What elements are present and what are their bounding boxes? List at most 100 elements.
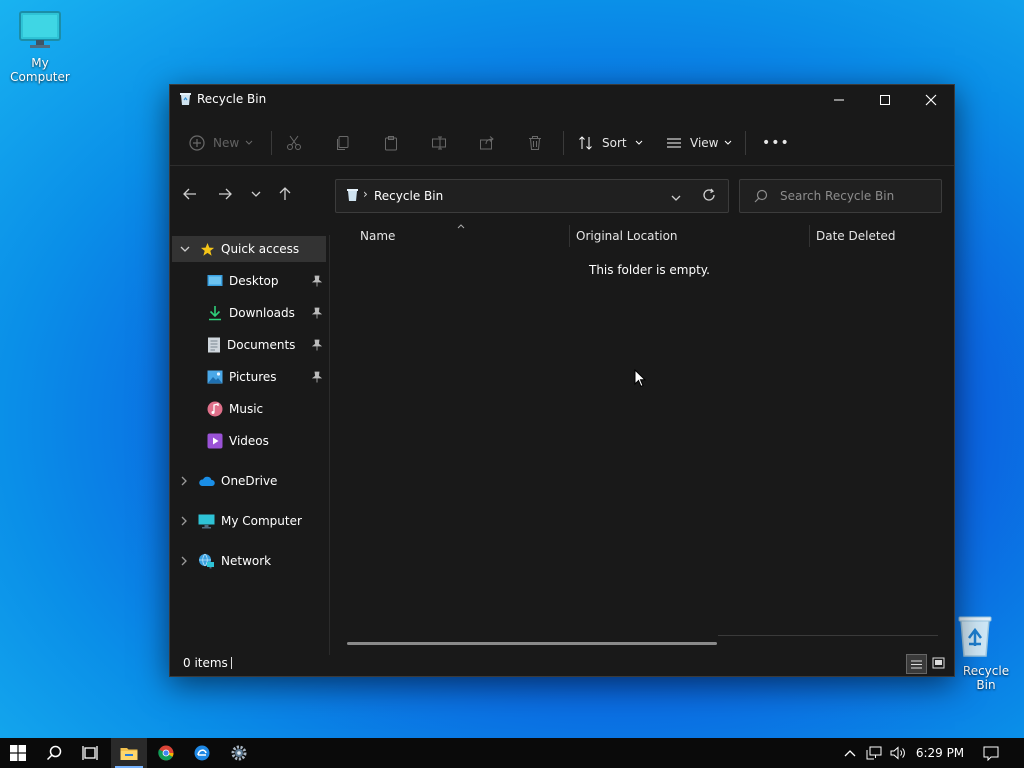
recent-locations-button[interactable] <box>243 181 269 207</box>
minimize-button[interactable] <box>816 85 862 115</box>
toolbar-divider <box>271 131 272 155</box>
copy-icon <box>337 136 349 150</box>
details-view-button[interactable] <box>906 654 927 674</box>
more-icon: ••• <box>762 135 790 151</box>
sidebar-item-documents[interactable]: Documents <box>172 332 326 358</box>
star-icon <box>200 242 215 256</box>
horizontal-scrollbar[interactable] <box>347 642 717 645</box>
arrow-up-icon <box>279 187 291 200</box>
rename-icon <box>432 136 446 150</box>
search-icon <box>754 189 768 206</box>
new-button[interactable]: New <box>189 123 253 163</box>
recycle-bin-small-icon <box>346 188 359 205</box>
sidebar-item-label: Downloads <box>229 306 295 320</box>
sidebar-item-label: Desktop <box>229 274 279 288</box>
back-button[interactable] <box>177 181 203 207</box>
task-view-icon <box>82 746 98 760</box>
close-button[interactable] <box>908 85 954 115</box>
sidebar-item-label: Pictures <box>229 370 277 384</box>
pin-icon <box>312 307 322 319</box>
column-header-date-deleted[interactable]: Date Deleted <box>816 229 896 243</box>
column-divider[interactable] <box>809 225 810 247</box>
sidebar-item-music[interactable]: Music <box>172 396 326 422</box>
desktop-icon-my-computer[interactable]: My Computer <box>0 10 80 84</box>
taskbar-search-button[interactable] <box>36 738 72 768</box>
gear-icon <box>231 745 247 761</box>
sort-button[interactable]: Sort <box>578 123 643 163</box>
sidebar-item-onedrive[interactable]: OneDrive <box>172 468 326 494</box>
refresh-button[interactable] <box>702 188 716 205</box>
new-label: New <box>213 136 240 150</box>
forward-button[interactable] <box>212 181 238 207</box>
search-box[interactable]: Search Recycle Bin <box>739 179 942 213</box>
sidebar-item-my-computer[interactable]: My Computer <box>172 508 326 534</box>
pin-icon <box>312 275 322 287</box>
desktop-icon-label: Recycle Bin <box>962 664 1010 692</box>
sidebar-item-desktop[interactable]: Desktop <box>172 268 326 294</box>
start-button[interactable] <box>0 738 36 768</box>
cut-button[interactable] <box>286 123 302 163</box>
arrow-right-icon <box>219 188 232 200</box>
chevron-right-icon <box>181 516 187 526</box>
more-options-button[interactable]: ••• <box>762 123 790 163</box>
sidebar-item-label: Videos <box>229 434 269 448</box>
scroll-track <box>718 635 938 636</box>
taskbar-file-explorer[interactable] <box>111 738 147 768</box>
up-button[interactable] <box>272 181 298 207</box>
trash-icon <box>529 136 541 150</box>
sidebar-item-quick-access[interactable]: Quick access <box>172 236 326 262</box>
rename-button[interactable] <box>431 123 447 163</box>
share-button[interactable] <box>479 123 495 163</box>
show-hidden-icons-button[interactable] <box>840 738 860 768</box>
network-icon <box>199 553 214 569</box>
monitor-icon <box>198 514 215 528</box>
view-button[interactable]: View <box>666 123 732 163</box>
notifications-button[interactable] <box>980 738 1002 768</box>
taskbar-settings[interactable] <box>221 738 257 768</box>
task-view-button[interactable] <box>72 738 108 768</box>
status-divider <box>231 657 232 669</box>
title-bar[interactable]: Recycle Bin <box>170 85 954 115</box>
pin-icon <box>312 371 322 383</box>
monitor-icon <box>19 11 61 48</box>
volume-button[interactable] <box>888 738 908 768</box>
clock-time: 6:29 PM <box>915 746 965 760</box>
sort-icon <box>579 136 592 150</box>
column-header-name[interactable]: Name <box>360 229 395 243</box>
taskbar-app-blue[interactable] <box>184 738 220 768</box>
notification-icon <box>983 746 999 761</box>
large-icons-view-button[interactable] <box>929 654 948 672</box>
copy-button[interactable] <box>335 123 351 163</box>
arrow-left-icon <box>183 188 196 200</box>
mouse-pointer-icon <box>634 369 646 388</box>
paste-button[interactable] <box>383 123 399 163</box>
delete-button[interactable] <box>527 123 543 163</box>
address-history-dropdown[interactable] <box>671 191 681 205</box>
network-status-button[interactable] <box>864 738 884 768</box>
sidebar-item-label: Quick access <box>221 242 300 256</box>
status-bar: 0 items <box>170 652 954 676</box>
chevron-right-icon <box>181 476 187 486</box>
music-icon <box>207 401 223 417</box>
taskbar-chrome[interactable] <box>148 738 184 768</box>
breadcrumb-recycle-bin[interactable]: Recycle Bin <box>374 189 443 203</box>
app-icon <box>194 745 210 761</box>
clock[interactable]: 6:29 PM <box>912 738 968 768</box>
column-divider[interactable] <box>569 225 570 247</box>
sidebar-item-downloads[interactable]: Downloads <box>172 300 326 326</box>
command-bar: New Sort View ••• <box>170 123 954 166</box>
download-icon <box>209 306 221 321</box>
maximize-button[interactable] <box>862 85 908 115</box>
sidebar-item-videos[interactable]: Videos <box>172 428 326 454</box>
folder-icon <box>120 747 138 760</box>
address-bar[interactable]: › Recycle Bin <box>335 179 729 213</box>
column-header-original-location[interactable]: Original Location <box>576 229 678 243</box>
toolbar-divider <box>745 131 746 155</box>
sidebar-item-network[interactable]: Network <box>172 548 326 574</box>
sort-label: Sort <box>602 136 627 150</box>
sidebar-item-pictures[interactable]: Pictures <box>172 364 326 390</box>
chevron-right-icon <box>181 556 187 566</box>
sidebar-item-label: Network <box>221 554 272 568</box>
file-list: Name Original Location Date Deleted This… <box>330 224 954 655</box>
search-icon <box>46 745 62 761</box>
